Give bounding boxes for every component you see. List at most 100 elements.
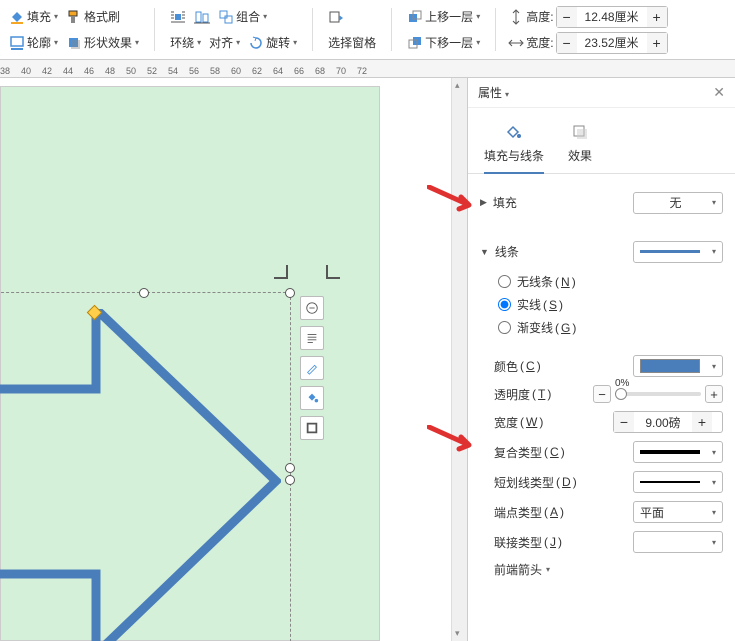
width-increase[interactable]: + bbox=[647, 33, 667, 53]
compound-swatch bbox=[640, 450, 700, 454]
section-line-header[interactable]: ▼ 线条 bbox=[480, 237, 519, 266]
panel-title: 属性▾ bbox=[478, 84, 509, 101]
line-width-increase[interactable]: + bbox=[692, 412, 712, 432]
dash-label: 短划线类型(D) bbox=[494, 474, 577, 491]
bring-forward-button[interactable]: 上移一层▾ bbox=[404, 6, 483, 27]
outline-label: 轮廓 bbox=[27, 34, 51, 51]
dash-combo[interactable]: ▾ bbox=[633, 471, 723, 493]
fill-line-tab-icon bbox=[504, 122, 524, 142]
resize-handle[interactable] bbox=[285, 463, 295, 473]
line-width-label: 宽度(W) bbox=[494, 414, 543, 431]
join-combo[interactable]: ▾ bbox=[633, 531, 723, 553]
align-button[interactable] bbox=[191, 7, 213, 27]
effects-tab-icon bbox=[570, 122, 590, 142]
join-label: 联接类型(J) bbox=[494, 534, 562, 551]
align-label-btn[interactable]: 对齐▾ bbox=[206, 32, 243, 53]
tab-label: 效果 bbox=[568, 147, 592, 164]
selection-pane-button[interactable] bbox=[325, 7, 347, 27]
width-input[interactable] bbox=[577, 33, 647, 53]
transparency-slider[interactable] bbox=[615, 392, 701, 396]
section-fill-header[interactable]: ▶ 填充 bbox=[480, 188, 517, 217]
group-icon bbox=[218, 9, 234, 25]
align-label: 对齐 bbox=[209, 34, 233, 51]
color-swatch bbox=[640, 359, 700, 373]
fill-combo[interactable]: 无▾ bbox=[633, 192, 723, 214]
width-decrease[interactable]: − bbox=[557, 33, 577, 53]
floating-tool-outline[interactable] bbox=[300, 416, 324, 440]
section-label: 填充 bbox=[493, 194, 517, 211]
wrap-icon bbox=[170, 9, 186, 25]
fill-button[interactable]: 填充▾ bbox=[6, 6, 61, 27]
chevron-right-icon: ▶ bbox=[480, 197, 487, 208]
outline-button[interactable]: 轮廓▾ bbox=[6, 32, 61, 53]
radio-gradient-line[interactable]: 渐变线(G) bbox=[480, 316, 723, 339]
wrap-label-btn[interactable]: 环绕▾ bbox=[167, 32, 204, 53]
radio-solid-line[interactable]: 实线(S) bbox=[480, 293, 723, 316]
bring-forward-label: 上移一层 bbox=[425, 8, 473, 25]
send-backward-icon bbox=[407, 35, 423, 51]
resize-handle[interactable] bbox=[285, 288, 295, 298]
selection-pane-label-btn[interactable]: 选择窗格 bbox=[325, 32, 379, 53]
color-combo[interactable]: ▾ bbox=[633, 355, 723, 377]
line-width-spinner[interactable]: − + bbox=[613, 411, 723, 433]
cap-combo[interactable]: 平面▾ bbox=[633, 501, 723, 523]
rotate-label: 旋转 bbox=[266, 34, 290, 51]
compound-combo[interactable]: ▾ bbox=[633, 441, 723, 463]
floating-tool-text[interactable] bbox=[300, 326, 324, 350]
floating-tool-layout[interactable] bbox=[300, 296, 324, 320]
selection-box[interactable] bbox=[0, 292, 291, 641]
horizontal-ruler: 384042444648505254565860626466687072 bbox=[0, 60, 735, 78]
chevron-down-icon: ▼ bbox=[480, 247, 489, 257]
wrap-label: 环绕 bbox=[170, 34, 194, 51]
bring-forward-icon bbox=[407, 9, 423, 25]
section-label: 线条 bbox=[495, 243, 519, 260]
height-increase[interactable]: + bbox=[647, 7, 667, 27]
height-spinner[interactable]: − + bbox=[556, 6, 668, 28]
arrow-head-label: 前端箭头▾ bbox=[494, 561, 550, 578]
send-backward-label: 下移一层 bbox=[425, 34, 473, 51]
floating-tool-fill[interactable] bbox=[300, 386, 324, 410]
resize-handle[interactable] bbox=[139, 288, 149, 298]
slider-thumb[interactable] bbox=[615, 388, 627, 400]
floating-tool-style[interactable] bbox=[300, 356, 324, 380]
rotate-button[interactable]: 旋转▾ bbox=[245, 32, 300, 53]
align-icon bbox=[194, 9, 210, 25]
transparency-increase[interactable]: + bbox=[705, 385, 723, 403]
line-width-input[interactable] bbox=[634, 412, 692, 432]
height-input[interactable] bbox=[577, 7, 647, 27]
height-label: 高度: bbox=[508, 8, 553, 25]
compound-label: 复合类型(C) bbox=[494, 444, 565, 461]
vertical-scrollbar[interactable] bbox=[451, 78, 467, 641]
format-painter-button[interactable]: 格式刷 bbox=[63, 6, 123, 27]
wrap-button[interactable] bbox=[167, 7, 189, 27]
combo-value: 平面 bbox=[640, 504, 664, 521]
resize-handle[interactable] bbox=[285, 475, 295, 485]
transparency-label: 透明度(T) bbox=[494, 386, 551, 403]
rotate-handle[interactable] bbox=[87, 305, 103, 321]
height-decrease[interactable]: − bbox=[557, 7, 577, 27]
transparency-decrease[interactable]: − bbox=[593, 385, 611, 403]
dash-swatch bbox=[640, 481, 700, 483]
cap-label: 端点类型(A) bbox=[494, 504, 564, 521]
combo-value bbox=[640, 535, 643, 549]
radio-no-line[interactable]: 无线条(N) bbox=[480, 270, 723, 293]
shape-effects-button[interactable]: 形状效果▾ bbox=[63, 32, 142, 53]
group-label: 组合 bbox=[236, 8, 260, 25]
width-label: 宽度: bbox=[508, 34, 553, 51]
tab-fill-line[interactable]: 填充与线条 bbox=[484, 122, 544, 174]
properties-panel: 属性▾ ✕ 填充与线条 效果 ▶ 填充 无▾ ▼ 线条 bbox=[467, 78, 735, 641]
canvas[interactable] bbox=[0, 78, 451, 641]
shape-effects-icon bbox=[66, 35, 82, 51]
format-painter-label: 格式刷 bbox=[84, 8, 120, 25]
fill-label: 填充 bbox=[27, 8, 51, 25]
crop-mark-icon bbox=[274, 265, 288, 279]
group-button[interactable]: 组合▾ bbox=[215, 6, 270, 27]
line-style-combo[interactable]: ▾ bbox=[633, 241, 723, 263]
send-backward-button[interactable]: 下移一层▾ bbox=[404, 32, 483, 53]
line-width-decrease[interactable]: − bbox=[614, 412, 634, 432]
width-spinner[interactable]: − + bbox=[556, 32, 668, 54]
selection-pane-icon bbox=[328, 9, 344, 25]
tab-effects[interactable]: 效果 bbox=[568, 122, 592, 173]
tab-label: 填充与线条 bbox=[484, 147, 544, 164]
close-icon[interactable]: ✕ bbox=[713, 84, 725, 101]
